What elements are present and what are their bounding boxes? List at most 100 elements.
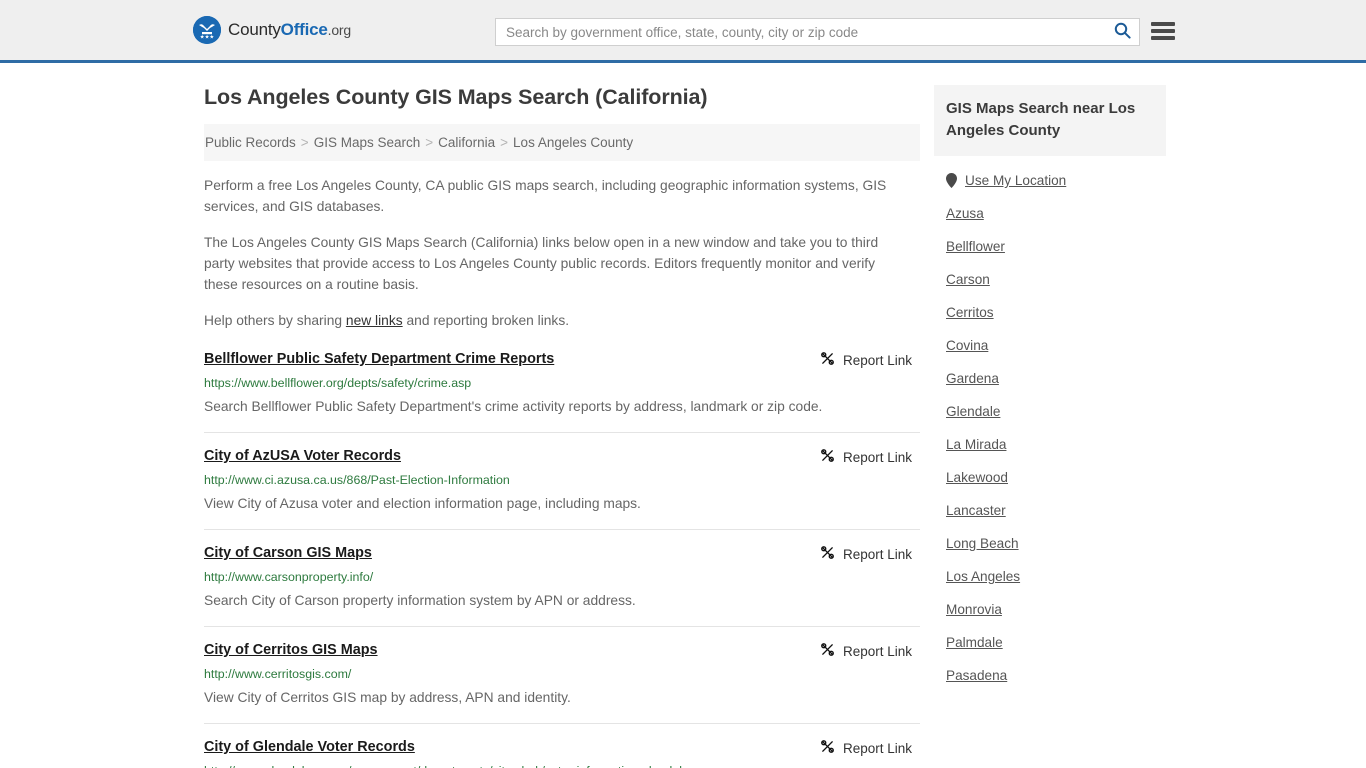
sidebar-city-link[interactable]: Gardena (946, 371, 999, 386)
result-title-link[interactable]: City of AzUSA Voter Records (204, 447, 401, 466)
svg-text:★★★: ★★★ (200, 34, 215, 40)
sidebar-item-bellflower[interactable]: Bellflower (934, 230, 1166, 263)
breadcrumb-separator: > (300, 135, 309, 150)
main-content: Los Angeles County GIS Maps Search (Cali… (204, 85, 920, 768)
sidebar: GIS Maps Search near Los Angeles County … (934, 85, 1166, 692)
results-list: Bellflower Public Safety Department Crim… (204, 346, 920, 768)
sidebar-heading: GIS Maps Search near Los Angeles County (934, 85, 1166, 156)
hamburger-menu-icon[interactable] (1151, 20, 1175, 42)
sidebar-city-link[interactable]: Los Angeles (946, 569, 1020, 584)
result-description: View City of Cerritos GIS map by address… (204, 690, 571, 705)
result-url: https://www.bellflower.org/depts/safety/… (204, 376, 472, 390)
sidebar-item-la-mirada[interactable]: La Mirada (934, 428, 1166, 461)
brand-tld: .org (327, 22, 352, 38)
search-icon (1114, 22, 1131, 42)
report-link-button[interactable]: Report Link (820, 351, 912, 369)
report-link-button[interactable]: Report Link (820, 739, 912, 757)
result-item: City of AzUSA Voter Records Report Link (204, 432, 920, 529)
search-button[interactable] (1105, 19, 1139, 45)
sidebar-item-cerritos[interactable]: Cerritos (934, 296, 1166, 329)
intro-paragraph-1: Perform a free Los Angeles County, CA pu… (204, 178, 887, 214)
eagle-seal-logo-icon: ★★★ (193, 16, 221, 44)
broken-link-icon (820, 642, 835, 660)
page-title: Los Angeles County GIS Maps Search (Cali… (204, 85, 708, 109)
hamburger-bar-1 (1151, 22, 1175, 26)
sidebar-city-link[interactable]: Bellflower (946, 239, 1005, 254)
report-link-label: Report Link (842, 643, 912, 659)
page-body: Los Angeles County GIS Maps Search (Cali… (0, 63, 1366, 768)
sidebar-item-pasadena[interactable]: Pasadena (934, 659, 1166, 692)
result-description: View City of Azusa voter and election in… (204, 496, 641, 511)
sidebar-city-link[interactable]: Long Beach (946, 536, 1019, 551)
breadcrumb-item-gis-maps-search[interactable]: GIS Maps Search (314, 135, 421, 150)
broken-link-icon (820, 351, 835, 369)
report-link-button[interactable]: Report Link (820, 642, 912, 660)
sidebar-city-link[interactable]: Lancaster (946, 503, 1006, 518)
broken-link-icon (820, 448, 835, 466)
result-item: Bellflower Public Safety Department Crim… (204, 346, 920, 432)
hamburger-bar-2 (1151, 29, 1175, 33)
site-header: ★★★ CountyOffice.org (0, 0, 1366, 63)
report-link-label: Report Link (842, 352, 912, 368)
breadcrumb-item-los-angeles-county[interactable]: Los Angeles County (513, 135, 633, 150)
search-input[interactable] (496, 19, 1105, 45)
sidebar-item-carson[interactable]: Carson (934, 263, 1166, 296)
report-link-label: Report Link (842, 546, 912, 562)
sidebar-item-monrovia[interactable]: Monrovia (934, 593, 1166, 626)
report-link-button[interactable]: Report Link (820, 545, 912, 563)
result-title-link[interactable]: City of Carson GIS Maps (204, 544, 372, 563)
sidebar-city-link[interactable]: Glendale (946, 404, 1000, 419)
sidebar-item-gardena[interactable]: Gardena (934, 362, 1166, 395)
sidebar-item-lakewood[interactable]: Lakewood (934, 461, 1166, 494)
breadcrumb: Public Records > GIS Maps Search > Californi… (204, 124, 920, 161)
result-title-link[interactable]: City of Glendale Voter Records (204, 738, 415, 757)
sidebar-item-glendale[interactable]: Glendale (934, 395, 1166, 428)
intro-text: Perform a free Los Angeles County, CA pu… (204, 161, 920, 331)
report-link-label: Report Link (842, 449, 912, 465)
breadcrumb-separator: > (500, 135, 509, 150)
share-text-pre: Help others by sharing (204, 313, 346, 328)
use-my-location-link[interactable]: Use My Location (965, 173, 1066, 188)
sidebar-city-link[interactable]: La Mirada (946, 437, 1006, 452)
sidebar-item-lancaster[interactable]: Lancaster (934, 494, 1166, 527)
breadcrumb-separator: > (425, 135, 434, 150)
hamburger-bar-3 (1151, 36, 1175, 40)
result-url: http://www.ci.azusa.ca.us/868/Past-Elect… (204, 473, 510, 487)
sidebar-item-los-angeles[interactable]: Los Angeles (934, 560, 1166, 593)
result-title-link[interactable]: City of Cerritos GIS Maps (204, 641, 378, 660)
broken-link-icon (820, 739, 835, 757)
sidebar-city-link[interactable]: Carson (946, 272, 990, 287)
search-bar (495, 18, 1140, 46)
breadcrumb-item-california[interactable]: California (438, 135, 495, 150)
sidebar-item-use-my-location[interactable]: Use My Location (934, 164, 1166, 197)
sidebar-item-azusa[interactable]: Azusa (934, 197, 1166, 230)
sidebar-item-covina[interactable]: Covina (934, 329, 1166, 362)
site-logo-text: CountyOffice.org (228, 20, 351, 40)
sidebar-city-link[interactable]: Palmdale (946, 635, 1003, 650)
report-link-label: Report Link (842, 740, 912, 756)
sidebar-city-link[interactable]: Monrovia (946, 602, 1002, 617)
breadcrumb-item-public-records[interactable]: Public Records (205, 135, 296, 150)
sidebar-city-link[interactable]: Lakewood (946, 470, 1008, 485)
intro-paragraph-3: Help others by sharing new links and rep… (204, 310, 908, 331)
brand-part-2: Office (280, 20, 328, 39)
result-url: http://www.carsonproperty.info/ (204, 570, 374, 584)
result-item: City of Glendale Voter Records Report Li… (204, 723, 920, 768)
result-title-link[interactable]: Bellflower Public Safety Department Crim… (204, 350, 554, 369)
result-item: City of Cerritos GIS Maps Report Link ht… (204, 626, 920, 723)
result-url: http://www.cerritosgis.com/ (204, 667, 352, 681)
result-description: Search Bellflower Public Safety Departme… (204, 399, 823, 414)
intro-paragraph-2: The Los Angeles County GIS Maps Search (… (204, 235, 879, 292)
sidebar-city-link[interactable]: Covina (946, 338, 988, 353)
new-links-link[interactable]: new links (346, 313, 403, 328)
site-logo[interactable]: ★★★ CountyOffice.org (193, 16, 351, 44)
sidebar-city-link[interactable]: Pasadena (946, 668, 1007, 683)
sidebar-city-link[interactable]: Azusa (946, 206, 984, 221)
sidebar-city-link[interactable]: Cerritos (946, 305, 994, 320)
result-url: http://www.glendaleca.gov/government/dep… (204, 763, 920, 768)
result-description: Search City of Carson property informati… (204, 593, 636, 608)
sidebar-city-list: Use My Location Azusa Bellflower Carson … (934, 156, 1166, 692)
sidebar-item-long-beach[interactable]: Long Beach (934, 527, 1166, 560)
report-link-button[interactable]: Report Link (820, 448, 912, 466)
sidebar-item-palmdale[interactable]: Palmdale (934, 626, 1166, 659)
